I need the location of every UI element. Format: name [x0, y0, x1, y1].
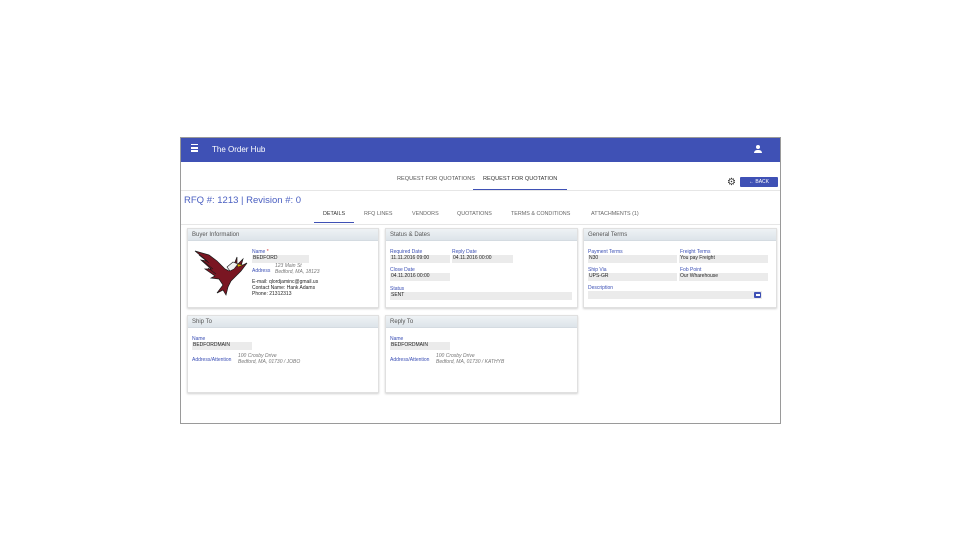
- tab-request-for-quotations[interactable]: REQUEST FOR QUOTATIONS: [397, 173, 475, 190]
- app-window: The Order Hub REQUEST FOR QUOTATIONS REQ…: [180, 137, 781, 424]
- buyer-address-label: Address: [252, 268, 271, 274]
- back-button[interactable]: ← BACK: [740, 177, 778, 187]
- payment-terms-field[interactable]: N30: [588, 255, 677, 263]
- buyer-address-line2: Bedford, MA, 18123: [275, 269, 320, 275]
- user-icon[interactable]: [754, 145, 762, 154]
- reply-to-name-field[interactable]: BEDFORDMAIN: [390, 342, 450, 350]
- ship-to-address-line2: Bedford, MA, 01730 / JOBO: [238, 359, 301, 365]
- tab-request-for-quotation[interactable]: REQUEST FOR QUOTATION: [473, 173, 568, 190]
- tab-terms-conditions[interactable]: TERMS & CONDITIONS: [511, 209, 570, 223]
- card-header: Status & Dates: [386, 229, 577, 241]
- top-tab-bar: REQUEST FOR QUOTATIONS REQUEST FOR QUOTA…: [181, 173, 780, 190]
- ship-to-card: Ship To Name BEDFORDMAIN Address/Attenti…: [187, 315, 379, 393]
- reply-date-field[interactable]: 04.11.2016 00:00: [452, 255, 513, 263]
- tab-quotations[interactable]: QUOTATIONS: [457, 209, 492, 223]
- ship-to-address-label: Address/Attention: [192, 357, 232, 363]
- card-header: General Terms: [584, 229, 776, 241]
- reply-to-address-label: Address/Attention: [390, 357, 430, 363]
- card-header: Ship To: [188, 316, 378, 328]
- close-date-field[interactable]: 04.11.2016 00:00: [390, 273, 450, 281]
- tab-rfq-lines[interactable]: RFQ LINES: [364, 209, 392, 223]
- required-date-field[interactable]: 11.11.2016 09:00: [390, 255, 450, 263]
- description-field[interactable]: [588, 291, 762, 299]
- tab-attachments[interactable]: ATTACHMENTS (1): [591, 209, 639, 223]
- comment-icon[interactable]: [754, 292, 761, 298]
- gear-icon[interactable]: ⚙: [727, 178, 736, 188]
- divider: [181, 190, 780, 191]
- card-header: Reply To: [386, 316, 577, 328]
- divider: [181, 224, 780, 225]
- eagle-logo: [194, 250, 248, 296]
- freight-terms-field[interactable]: You pay Freight: [679, 255, 768, 263]
- buyer-phone: Phone: 21312313: [252, 291, 292, 297]
- tab-vendors[interactable]: VENDORS: [412, 209, 439, 223]
- reply-to-address-line2: Bedford, MA, 01730 / KATHYB: [436, 359, 505, 365]
- status-field[interactable]: SENT: [390, 292, 572, 300]
- menu-icon[interactable]: [191, 144, 199, 155]
- ship-to-name-field[interactable]: BEDFORDMAIN: [192, 342, 252, 350]
- buyer-name-field[interactable]: BEDFORD: [252, 255, 309, 263]
- sub-tab-bar: DETAILS RFQ LINES VENDORS QUOTATIONS TER…: [181, 209, 780, 225]
- reply-to-card: Reply To Name BEDFORDMAIN Address/Attent…: [385, 315, 578, 393]
- general-terms-card: General Terms Payment Terms N30 Freight …: [583, 228, 777, 308]
- tab-details[interactable]: DETAILS: [314, 209, 355, 223]
- fob-point-field[interactable]: Our Wharehouse: [679, 273, 768, 281]
- app-title: The Order Hub: [212, 145, 266, 154]
- page-title: RFQ #: 1213 | Revision #: 0: [184, 195, 302, 206]
- app-bar: The Order Hub: [181, 138, 780, 162]
- ship-via-field[interactable]: UPS-GR: [588, 273, 677, 281]
- card-header: Buyer Information: [188, 229, 378, 241]
- buyer-information-card: Buyer Information Name * BEDFORD Address…: [187, 228, 379, 308]
- status-dates-card: Status & Dates Required Date 11.11.2016 …: [385, 228, 578, 308]
